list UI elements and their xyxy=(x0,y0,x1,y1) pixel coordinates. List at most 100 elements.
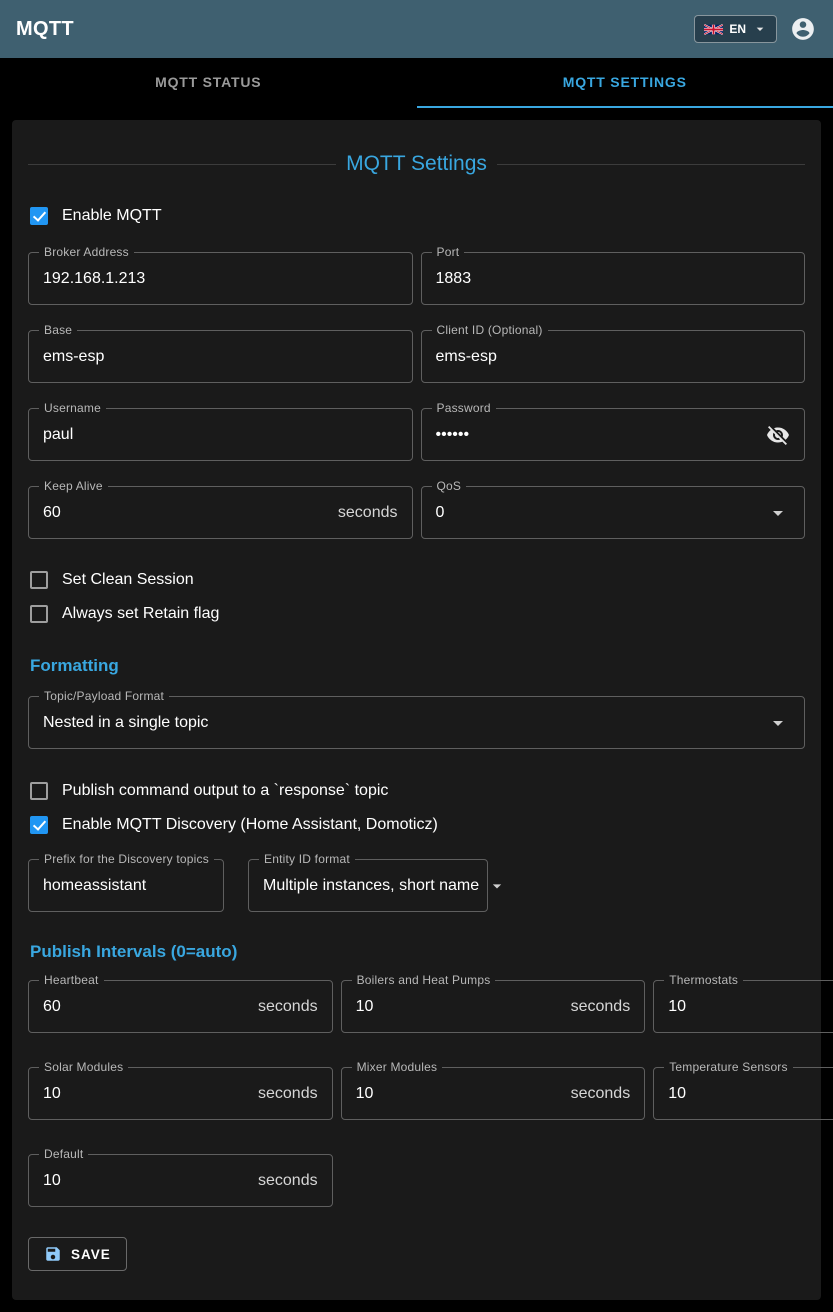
client-id-input[interactable] xyxy=(436,331,791,382)
username-input[interactable] xyxy=(43,409,398,460)
discovery-prefix-label: Prefix for the Discovery topics xyxy=(39,852,214,866)
boilers-input[interactable] xyxy=(356,981,563,1032)
settings-card: MQTT Settings Enable MQTT Broker Address… xyxy=(12,120,821,1300)
account-circle-icon xyxy=(790,16,816,42)
port-input[interactable] xyxy=(436,253,791,304)
publish-response-label: Publish command output to a `response` t… xyxy=(62,782,388,800)
language-selector-button[interactable]: EN xyxy=(694,15,777,43)
thermostats-input[interactable] xyxy=(668,981,833,1032)
app-header: MQTT EN xyxy=(0,0,833,58)
qos-label: QoS xyxy=(432,479,467,493)
boilers-label: Boilers and Heat Pumps xyxy=(352,973,496,987)
discovery-prefix-field[interactable]: Prefix for the Discovery topics xyxy=(28,859,224,912)
visibility-off-icon[interactable] xyxy=(766,423,790,447)
entity-id-format-value: Multiple instances, short name xyxy=(263,877,479,895)
topic-format-select[interactable]: Topic/Payload Format Nested in a single … xyxy=(28,696,805,749)
chevron-down-icon xyxy=(752,21,768,37)
broker-address-input[interactable] xyxy=(43,253,398,304)
boilers-field[interactable]: Boilers and Heat Pumps seconds xyxy=(341,980,646,1033)
formatting-heading: Formatting xyxy=(30,656,805,676)
save-button-label: SAVE xyxy=(71,1247,111,1262)
dropdown-arrow-icon[interactable] xyxy=(766,711,790,735)
dropdown-arrow-icon[interactable] xyxy=(766,501,790,525)
divider-line xyxy=(28,164,336,165)
seconds-suffix: seconds xyxy=(258,998,318,1016)
language-label: EN xyxy=(729,22,746,36)
solar-modules-field[interactable]: Solar Modules seconds xyxy=(28,1067,333,1120)
tab-mqtt-settings[interactable]: MQTT SETTINGS xyxy=(417,58,833,108)
thermostats-field[interactable]: Thermostats seconds xyxy=(653,980,833,1033)
heartbeat-input[interactable] xyxy=(43,981,250,1032)
retain-flag-checkbox[interactable]: Always set Retain flag xyxy=(28,598,805,630)
checkbox-icon[interactable] xyxy=(30,571,48,589)
heartbeat-field[interactable]: Heartbeat seconds xyxy=(28,980,333,1033)
keep-alive-field[interactable]: Keep Alive seconds xyxy=(28,486,413,539)
seconds-suffix: seconds xyxy=(571,1085,631,1103)
keep-alive-input[interactable] xyxy=(43,487,330,538)
tab-label: MQTT SETTINGS xyxy=(563,74,687,90)
heartbeat-label: Heartbeat xyxy=(39,973,104,987)
save-button[interactable]: SAVE xyxy=(28,1237,127,1271)
broker-address-field[interactable]: Broker Address xyxy=(28,252,413,305)
topic-format-label: Topic/Payload Format xyxy=(39,689,169,703)
qos-value: 0 xyxy=(436,504,759,522)
base-input[interactable] xyxy=(43,331,398,382)
entity-id-format-label: Entity ID format xyxy=(259,852,355,866)
keep-alive-suffix: seconds xyxy=(338,504,398,522)
password-label: Password xyxy=(432,401,496,415)
default-interval-input[interactable] xyxy=(43,1155,250,1206)
mixer-modules-field[interactable]: Mixer Modules seconds xyxy=(341,1067,646,1120)
base-field[interactable]: Base xyxy=(28,330,413,383)
checkbox-icon[interactable] xyxy=(30,782,48,800)
tab-mqtt-status[interactable]: MQTT STATUS xyxy=(0,58,417,108)
publish-intervals-heading: Publish Intervals (0=auto) xyxy=(30,942,805,962)
mqtt-discovery-label: Enable MQTT Discovery (Home Assistant, D… xyxy=(62,816,438,834)
seconds-suffix: seconds xyxy=(258,1085,318,1103)
divider-line xyxy=(497,164,805,165)
solar-modules-input[interactable] xyxy=(43,1068,250,1119)
topic-format-value: Nested in a single topic xyxy=(43,714,758,732)
temperature-sensors-label: Temperature Sensors xyxy=(664,1060,793,1074)
password-field[interactable]: Password xyxy=(421,408,806,461)
page-title: MQTT Settings xyxy=(28,152,805,176)
checkbox-icon[interactable] xyxy=(30,207,48,225)
clean-session-checkbox[interactable]: Set Clean Session xyxy=(28,564,805,596)
seconds-suffix: seconds xyxy=(258,1172,318,1190)
solar-modules-label: Solar Modules xyxy=(39,1060,128,1074)
temperature-sensors-input[interactable] xyxy=(668,1068,833,1119)
temperature-sensors-field[interactable]: Temperature Sensors seconds xyxy=(653,1067,833,1120)
mqtt-discovery-checkbox[interactable]: Enable MQTT Discovery (Home Assistant, D… xyxy=(28,809,805,841)
mixer-modules-input[interactable] xyxy=(356,1068,563,1119)
retain-flag-label: Always set Retain flag xyxy=(62,605,219,623)
mixer-modules-label: Mixer Modules xyxy=(352,1060,443,1074)
username-label: Username xyxy=(39,401,106,415)
port-field[interactable]: Port xyxy=(421,252,806,305)
seconds-suffix: seconds xyxy=(571,998,631,1016)
dropdown-arrow-icon[interactable] xyxy=(487,876,507,896)
default-interval-label: Default xyxy=(39,1147,88,1161)
enable-mqtt-checkbox[interactable]: Enable MQTT xyxy=(28,200,805,232)
entity-id-format-select[interactable]: Entity ID format Multiple instances, sho… xyxy=(248,859,488,912)
default-interval-field[interactable]: Default seconds xyxy=(28,1154,333,1207)
client-id-field[interactable]: Client ID (Optional) xyxy=(421,330,806,383)
username-field[interactable]: Username xyxy=(28,408,413,461)
thermostats-label: Thermostats xyxy=(664,973,743,987)
port-label: Port xyxy=(432,245,465,259)
qos-select[interactable]: QoS 0 xyxy=(421,486,806,539)
discovery-prefix-input[interactable] xyxy=(43,860,209,911)
publish-response-checkbox[interactable]: Publish command output to a `response` t… xyxy=(28,775,805,807)
uk-flag-icon xyxy=(704,24,723,35)
account-button[interactable] xyxy=(789,15,817,43)
enable-mqtt-label: Enable MQTT xyxy=(62,207,162,225)
app-title: MQTT xyxy=(16,18,74,41)
page-title-text: MQTT Settings xyxy=(346,152,487,176)
tab-label: MQTT STATUS xyxy=(155,74,261,90)
client-id-label: Client ID (Optional) xyxy=(432,323,548,337)
password-input[interactable] xyxy=(436,409,759,460)
keep-alive-label: Keep Alive xyxy=(39,479,108,493)
save-icon xyxy=(44,1245,62,1263)
checkbox-icon[interactable] xyxy=(30,605,48,623)
broker-address-label: Broker Address xyxy=(39,245,134,259)
checkbox-icon[interactable] xyxy=(30,816,48,834)
clean-session-label: Set Clean Session xyxy=(62,571,194,589)
